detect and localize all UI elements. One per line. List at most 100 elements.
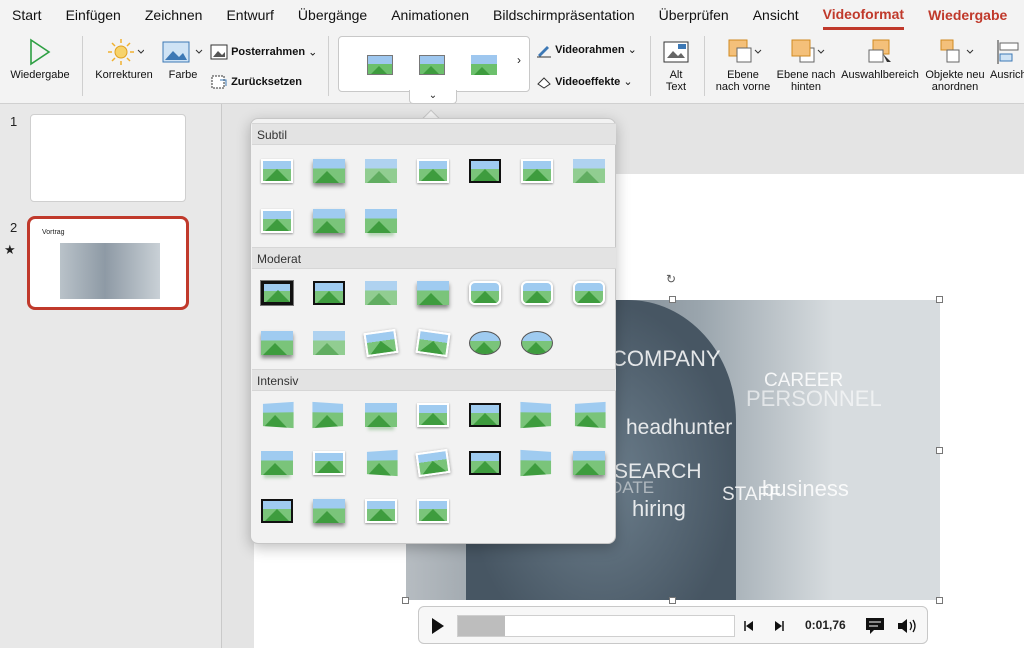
tab-uebergaenge[interactable]: Übergänge (298, 0, 367, 30)
picture-icon (363, 328, 399, 358)
gallery-section-header: Moderat (252, 247, 616, 269)
picture-icon (415, 448, 451, 478)
picture-icon (261, 451, 293, 475)
tab-ueberpruefen[interactable]: Überprüfen (659, 0, 729, 30)
style-thumb[interactable] (419, 55, 445, 75)
style-thumb[interactable] (367, 55, 393, 75)
volume-icon[interactable] (897, 617, 919, 635)
video-style-swatch[interactable] (363, 207, 399, 237)
video-style-swatch[interactable] (259, 279, 295, 309)
video-style-swatch[interactable] (259, 329, 295, 359)
video-style-swatch[interactable] (363, 401, 399, 431)
resize-handle[interactable] (669, 296, 676, 303)
video-style-swatch[interactable] (415, 279, 451, 309)
video-style-swatch[interactable] (259, 497, 295, 527)
tab-animationen[interactable]: Animationen (391, 0, 469, 30)
chevron-right-icon[interactable]: › (517, 53, 521, 67)
color-button[interactable]: Farbe (160, 38, 206, 81)
picture-icon (520, 401, 552, 429)
tab-wiedergabe[interactable]: Wiedergabe (928, 0, 1007, 30)
resize-handle[interactable] (402, 597, 409, 604)
tab-entwurf[interactable]: Entwurf (226, 0, 273, 30)
video-style-swatch[interactable] (571, 401, 607, 431)
video-style-swatch[interactable] (571, 157, 607, 187)
video-style-swatch[interactable] (311, 157, 347, 187)
video-styles-gallery[interactable]: › (338, 36, 530, 92)
resize-handle[interactable] (936, 296, 943, 303)
bring-forward-button[interactable]: Ebene nach vorne (710, 38, 776, 93)
video-style-swatch[interactable] (311, 401, 347, 431)
step-forward-icon[interactable] (771, 620, 785, 632)
tab-ansicht[interactable]: Ansicht (753, 0, 799, 30)
video-style-swatch[interactable] (363, 449, 399, 479)
video-style-swatch[interactable] (519, 329, 555, 359)
resize-handle[interactable] (936, 447, 943, 454)
video-style-swatch[interactable] (259, 157, 295, 187)
video-style-swatch[interactable] (571, 449, 607, 479)
video-style-swatch[interactable] (311, 207, 347, 237)
poster-frame-button[interactable]: Posterrahmen ⌄ (210, 44, 320, 60)
chevron-down-icon: ⌄ (428, 90, 438, 101)
corrections-button[interactable]: Korrekturen (92, 38, 156, 81)
step-back-icon[interactable] (743, 620, 757, 632)
picture-icon (261, 159, 293, 183)
picture-icon (417, 403, 449, 427)
tab-start[interactable]: Start (12, 0, 42, 30)
video-style-swatch[interactable] (259, 207, 295, 237)
style-thumb[interactable] (471, 55, 497, 75)
video-style-swatch[interactable] (363, 157, 399, 187)
video-style-swatch[interactable] (519, 449, 555, 479)
selection-pane-button[interactable]: Auswahlbereich (838, 38, 922, 81)
playback-progress-bar[interactable] (457, 615, 735, 637)
slide-thumbnail-1[interactable] (30, 114, 186, 202)
video-style-swatch[interactable] (363, 497, 399, 527)
play-icon[interactable] (430, 617, 446, 635)
video-style-swatch[interactable] (415, 497, 451, 527)
video-style-swatch[interactable] (311, 329, 347, 359)
video-style-swatch[interactable] (467, 329, 503, 359)
video-style-swatch[interactable] (259, 449, 295, 479)
video-style-swatch[interactable] (571, 279, 607, 309)
video-style-swatch[interactable] (519, 401, 555, 431)
alt-text-label-2: Text (665, 81, 687, 93)
video-style-swatch[interactable] (519, 157, 555, 187)
expand-styles-button[interactable]: ⌄ (409, 90, 457, 104)
tab-zeichnen[interactable]: Zeichnen (145, 0, 203, 30)
video-style-swatch[interactable] (311, 497, 347, 527)
video-style-swatch[interactable] (311, 279, 347, 309)
play-button[interactable]: Wiedergabe (8, 38, 72, 81)
reset-button[interactable]: Zurücksetzen (210, 74, 320, 90)
picture-icon (521, 281, 553, 305)
tab-bildschirmpraesentation[interactable]: Bildschirmpräsentation (493, 0, 635, 30)
align-button[interactable]: Ausrich (990, 38, 1024, 81)
video-style-swatch[interactable] (415, 401, 451, 431)
video-style-swatch[interactable] (415, 448, 451, 479)
video-style-swatch[interactable] (311, 449, 347, 479)
effects-icon (537, 77, 551, 89)
video-style-swatch[interactable] (363, 328, 399, 359)
video-style-swatch[interactable] (519, 279, 555, 309)
resize-handle[interactable] (669, 597, 676, 604)
video-style-swatch[interactable] (363, 279, 399, 309)
tab-videoformat[interactable]: Videoformat (822, 0, 905, 30)
reorder-objects-button[interactable]: Objekte neu anordnen (922, 38, 988, 93)
picture-icon (260, 280, 294, 306)
send-backward-button[interactable]: Ebene nach hinten (774, 38, 838, 93)
captions-icon[interactable] (865, 617, 885, 635)
reorder-icon (940, 39, 974, 63)
reset-icon (211, 75, 227, 89)
video-frame-button[interactable]: Videorahmen ⌄ (536, 42, 646, 58)
alt-text-button[interactable]: Alt Text (656, 38, 696, 93)
tab-einfuegen[interactable]: Einfügen (66, 0, 121, 30)
video-style-swatch[interactable] (259, 401, 295, 431)
slide-thumbnail-2[interactable]: Vortrag (27, 216, 189, 310)
video-style-swatch[interactable] (467, 449, 503, 479)
video-style-swatch[interactable] (415, 328, 451, 359)
video-style-swatch[interactable] (415, 157, 451, 187)
video-effects-button[interactable]: Videoeffekte ⌄ (536, 74, 646, 90)
resize-handle[interactable] (936, 597, 943, 604)
video-style-swatch[interactable] (467, 157, 503, 187)
video-style-swatch[interactable] (467, 279, 503, 309)
video-style-swatch[interactable] (467, 401, 503, 431)
rotate-handle-icon[interactable]: ↻ (666, 272, 676, 286)
